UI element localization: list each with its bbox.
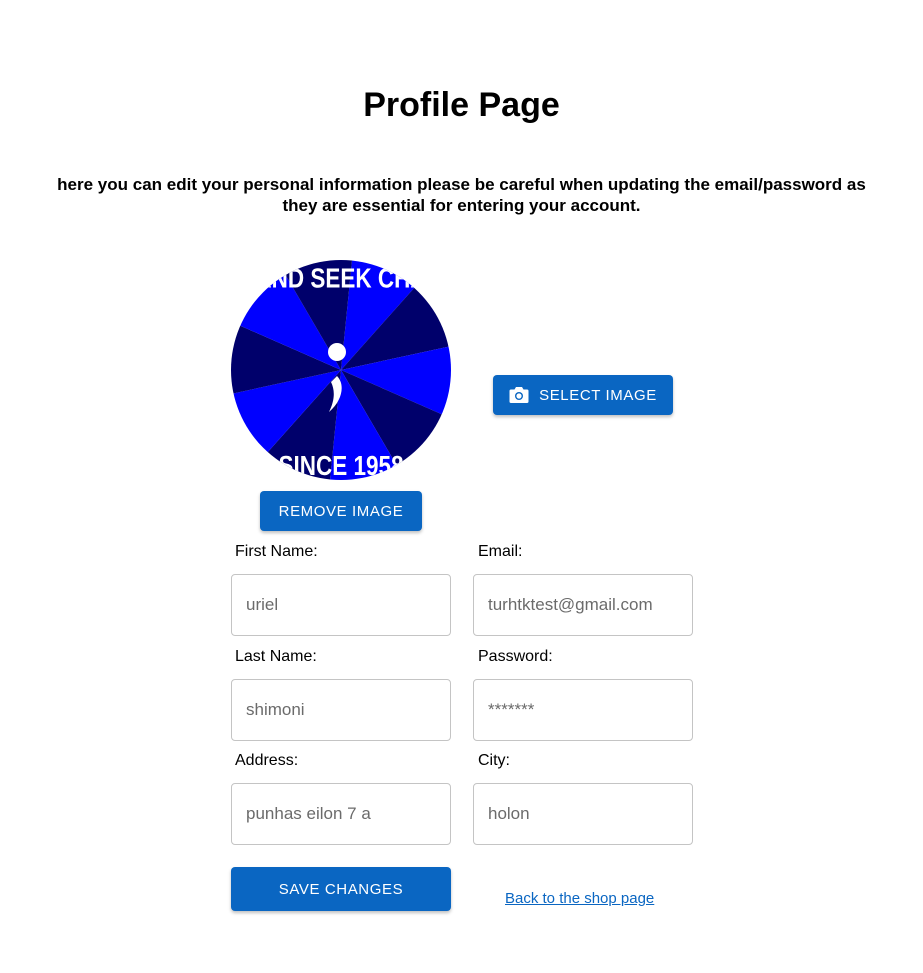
avatar-image: AND SEEK CHA SINCE 1958 — [231, 260, 451, 480]
email-label: Email: — [478, 543, 523, 560]
remove-image-button[interactable]: REMOVE IMAGE — [260, 491, 422, 531]
save-changes-button[interactable]: SAVE CHANGES — [231, 867, 451, 911]
profile-avatar: AND SEEK CHA SINCE 1958 — [231, 260, 451, 480]
last-name-label: Last Name: — [235, 648, 317, 665]
first-name-label: First Name: — [235, 543, 318, 560]
camera-icon — [509, 387, 529, 403]
password-input[interactable] — [473, 679, 693, 741]
email-input[interactable] — [473, 574, 693, 636]
avatar-top-text: AND SEEK CHA — [255, 264, 426, 295]
address-input[interactable] — [231, 783, 451, 845]
city-input[interactable] — [473, 783, 693, 845]
page-subtitle: here you can edit your personal informat… — [57, 175, 866, 215]
password-label: Password: — [478, 648, 553, 665]
back-to-shop-link[interactable]: Back to the shop page — [505, 890, 654, 907]
first-name-input[interactable] — [231, 574, 451, 636]
last-name-input[interactable] — [231, 679, 451, 741]
avatar-bottom-text: SINCE 1958 — [279, 451, 404, 480]
profile-page: Profile Page here you can edit your pers… — [0, 0, 923, 973]
select-image-label: SELECT IMAGE — [539, 386, 657, 404]
city-label: City: — [478, 752, 510, 769]
semicolon-dot — [328, 343, 346, 361]
address-label: Address: — [235, 752, 299, 769]
select-image-button[interactable]: SELECT IMAGE — [493, 375, 673, 415]
page-title: Profile Page — [363, 86, 560, 124]
